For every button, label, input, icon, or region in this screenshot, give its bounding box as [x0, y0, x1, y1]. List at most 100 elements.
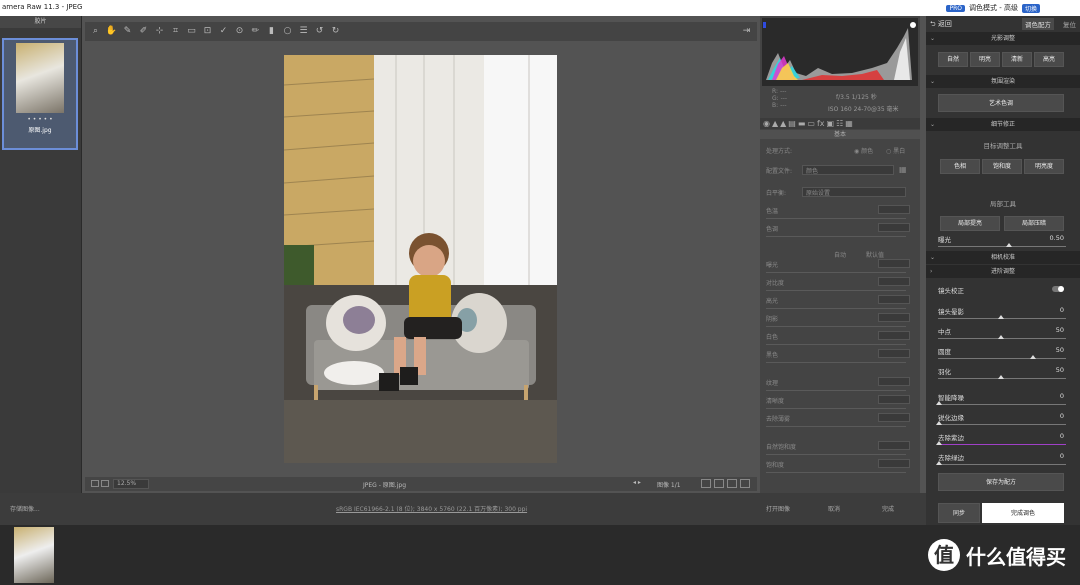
target-hue-button[interactable]: 色相: [940, 159, 980, 174]
process-color-radio[interactable]: ◉ 颜色: [854, 146, 873, 155]
section-camera[interactable]: ⌄ 相机校准: [926, 251, 1080, 264]
art-tone-button[interactable]: 艺术色调: [938, 94, 1064, 112]
basic-slider-track[interactable]: [766, 236, 906, 237]
defringe-green-knob[interactable]: [936, 461, 942, 465]
section-render[interactable]: ⌄ 氛围渲染: [926, 75, 1080, 88]
basic-slider-track[interactable]: [766, 426, 906, 427]
profile-select[interactable]: 颜色: [802, 165, 894, 175]
zoom-icon[interactable]: ⌕: [89, 25, 102, 38]
graduated-filter-icon[interactable]: ▮: [265, 25, 278, 38]
eyedropper-icon[interactable]: ✎: [121, 25, 134, 38]
noise-value[interactable]: 0: [1060, 392, 1064, 400]
radial-filter-icon[interactable]: ○: [281, 25, 294, 38]
panel-tabs[interactable]: ◉ ▲ ▲ ▤ ▬ ▭ fx ▣ ☷ ▦: [760, 118, 920, 129]
basic-slider-track[interactable]: [766, 272, 906, 273]
section-light[interactable]: ⌄ 光影调整: [926, 32, 1080, 45]
roundness-knob[interactable]: [1030, 355, 1036, 359]
exposure-slider[interactable]: [938, 246, 1066, 247]
exposure-knob[interactable]: [1006, 243, 1012, 247]
workflow-options-link[interactable]: sRGB IEC61966-2.1 (8 位); 3840 x 5760 (22…: [336, 504, 527, 513]
rotate-right-icon[interactable]: ↻: [329, 25, 342, 38]
basic-slider-track[interactable]: [766, 390, 906, 391]
basic-slider-track[interactable]: [766, 290, 906, 291]
light-natural-button[interactable]: 自然: [938, 52, 968, 67]
save-preset-button[interactable]: 保存为配方: [938, 473, 1064, 491]
basic-slider-track[interactable]: [766, 472, 906, 473]
basic-slider-field[interactable]: [878, 295, 910, 304]
defringe-green-value[interactable]: 0: [1060, 452, 1064, 460]
sharpen-knob[interactable]: [936, 421, 942, 425]
vignette-value[interactable]: 0: [1060, 306, 1064, 314]
done-footer-button[interactable]: 完成: [882, 504, 894, 513]
reset-button[interactable]: 复位: [1063, 19, 1076, 29]
basic-slider-field[interactable]: [878, 223, 910, 232]
target-icon[interactable]: ⊹: [153, 25, 166, 38]
basic-slider-field[interactable]: [878, 277, 910, 286]
zoom-out-icon[interactable]: [91, 480, 99, 487]
midpoint-knob[interactable]: [998, 335, 1004, 339]
roundness-slider[interactable]: [938, 358, 1066, 359]
basic-slider-track[interactable]: [766, 344, 906, 345]
brush-icon[interactable]: ✏: [249, 25, 262, 38]
basic-slider-field[interactable]: [878, 331, 910, 340]
switch-button[interactable]: 切换: [1021, 3, 1040, 13]
feather-knob[interactable]: [998, 375, 1004, 379]
rating-stars[interactable]: • • • • •: [4, 116, 76, 123]
sharpen-value[interactable]: 0: [1060, 412, 1064, 420]
open-image-button[interactable]: 打开图像: [766, 504, 790, 513]
hand-icon[interactable]: ✋: [105, 25, 118, 38]
exposure-value[interactable]: 0.50: [1050, 234, 1064, 242]
view-y-icon[interactable]: [701, 479, 711, 488]
basic-slider-field[interactable]: [878, 377, 910, 386]
defringe-slider[interactable]: [938, 444, 1066, 445]
midpoint-value[interactable]: 50: [1056, 326, 1064, 334]
light-bright-button[interactable]: 明亮: [970, 52, 1000, 67]
view-compare-icon[interactable]: [714, 479, 724, 488]
process-bw-radio[interactable]: ○ 黑白: [886, 146, 905, 155]
zoom-in-icon[interactable]: [101, 480, 109, 487]
basic-slider-field[interactable]: [878, 441, 910, 450]
basic-slider-track[interactable]: [766, 362, 906, 363]
rotate-left-icon[interactable]: ↺: [313, 25, 326, 38]
sync-button[interactable]: 同步: [938, 503, 980, 523]
section-advanced[interactable]: › 进阶调整: [926, 265, 1080, 278]
noise-knob[interactable]: [936, 401, 942, 405]
redeye-icon[interactable]: ⊙: [233, 25, 246, 38]
defringe-value[interactable]: 0: [1060, 432, 1064, 440]
crop-icon[interactable]: ⌗: [169, 25, 182, 38]
wb-select[interactable]: 原始设置: [802, 187, 906, 197]
view-settings-icon[interactable]: [740, 479, 750, 488]
light-fresh-button[interactable]: 清新: [1002, 52, 1032, 67]
save-image-button[interactable]: 存储图像...: [10, 504, 40, 513]
local-darken-button[interactable]: 局部压暗: [1004, 216, 1064, 231]
local-brighten-button[interactable]: 局部提亮: [940, 216, 1000, 231]
spot-removal-icon[interactable]: ✓: [217, 25, 230, 38]
basic-slider-field[interactable]: [878, 349, 910, 358]
basic-slider-track[interactable]: [766, 408, 906, 409]
feather-value[interactable]: 50: [1056, 366, 1064, 374]
basic-slider-field[interactable]: [878, 413, 910, 422]
basic-slider-track[interactable]: [766, 218, 906, 219]
light-highlight-button[interactable]: 高亮: [1034, 52, 1064, 67]
noise-slider[interactable]: [938, 404, 1066, 405]
defringe-green-slider[interactable]: [938, 464, 1066, 465]
lens-correction-toggle[interactable]: [1052, 286, 1064, 292]
basic-slider-field[interactable]: [878, 395, 910, 404]
straighten-icon[interactable]: ▭: [185, 25, 198, 38]
basic-slider-field[interactable]: [878, 459, 910, 468]
basic-slider-track[interactable]: [766, 326, 906, 327]
cancel-button[interactable]: 取消: [828, 504, 840, 513]
vignette-knob[interactable]: [998, 315, 1004, 319]
image-preview[interactable]: [85, 41, 757, 477]
basic-slider-track[interactable]: [766, 308, 906, 309]
transform-icon[interactable]: ⊡: [201, 25, 214, 38]
tab-presets[interactable]: 调色配方: [1022, 18, 1054, 30]
done-button[interactable]: 完成调色: [982, 503, 1064, 523]
section-detail[interactable]: ⌄ 细节修正: [926, 118, 1080, 131]
roundness-value[interactable]: 50: [1056, 346, 1064, 354]
list-icon[interactable]: ☰: [297, 25, 310, 38]
color-sampler-icon[interactable]: ✐: [137, 25, 150, 38]
prev-next-arrows[interactable]: ◂ ▸: [633, 479, 641, 486]
target-luminance-button[interactable]: 明亮度: [1024, 159, 1064, 174]
target-saturation-button[interactable]: 饱和度: [982, 159, 1022, 174]
